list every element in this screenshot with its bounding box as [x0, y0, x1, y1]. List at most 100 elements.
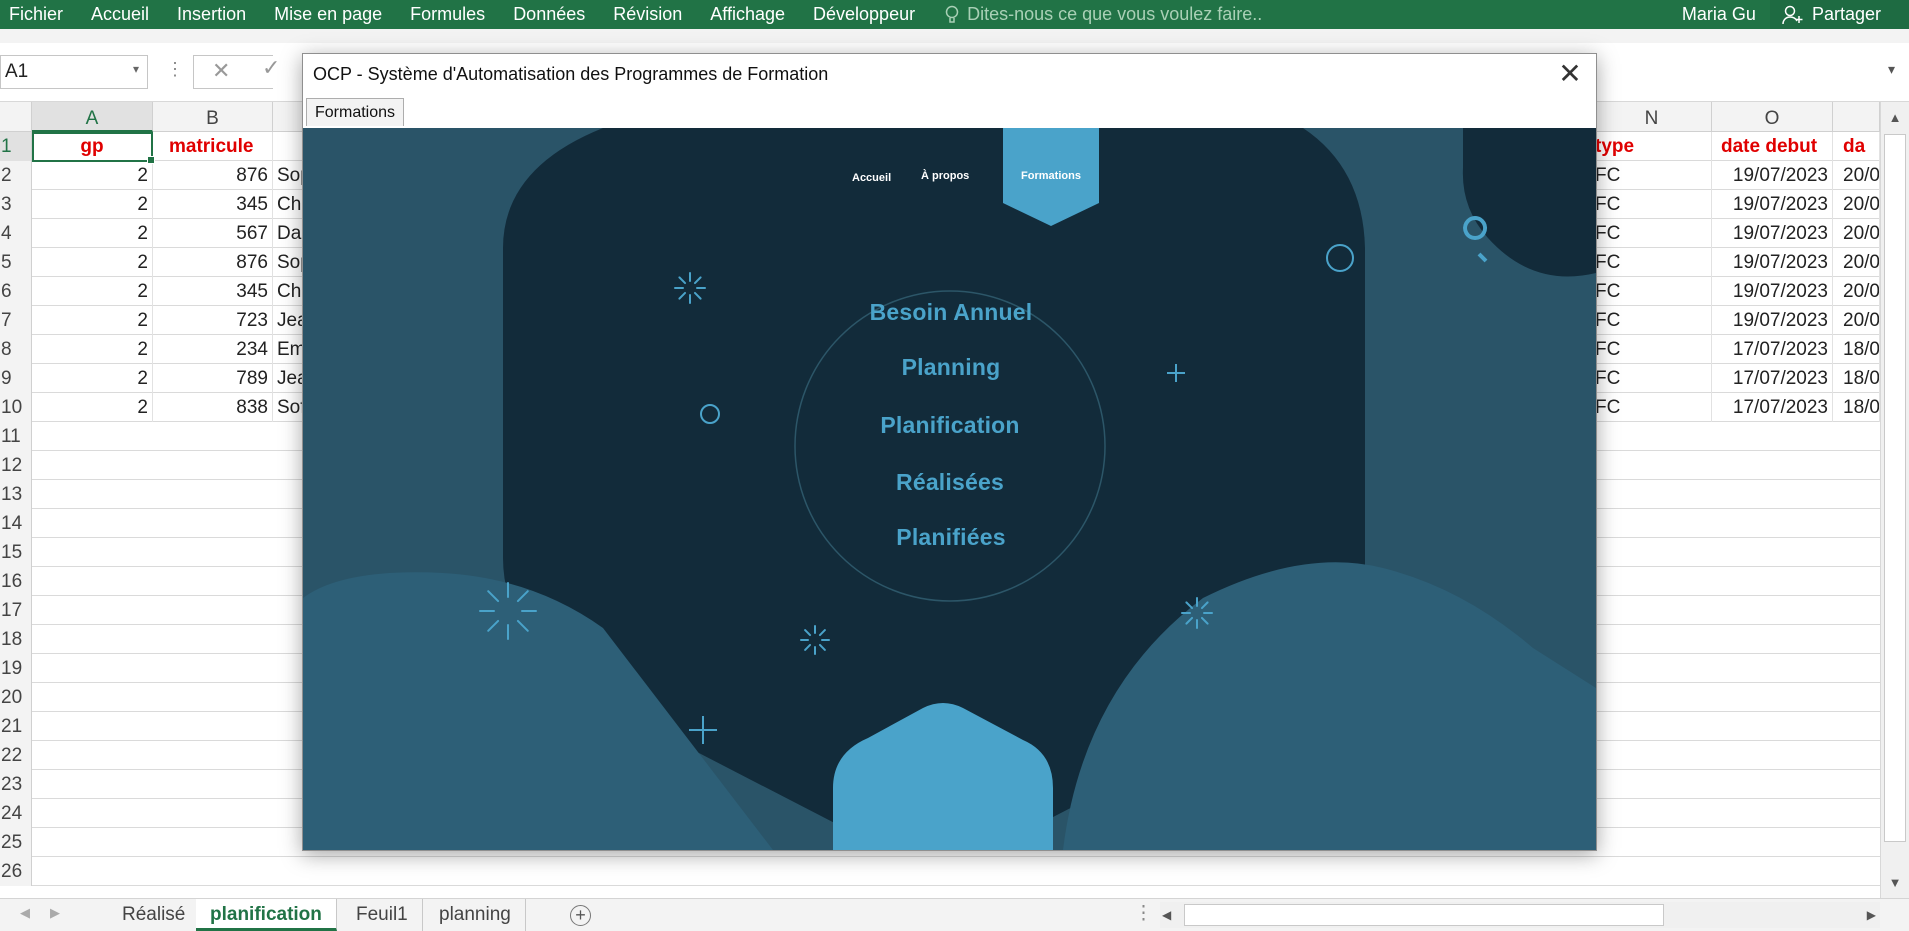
chevron-down-icon[interactable]: ▾: [133, 62, 139, 76]
share-button[interactable]: Partager: [1769, 0, 1909, 29]
row-number[interactable]: 2: [0, 161, 32, 190]
vertical-dots-icon[interactable]: ⋮: [1134, 902, 1153, 925]
sheet-next-icon[interactable]: ▶: [50, 905, 60, 921]
table-cell[interactable]: 18/0: [1833, 364, 1880, 393]
column-header-b[interactable]: B: [153, 102, 273, 132]
menu-item-realisees[interactable]: Réalisées: [820, 469, 1080, 496]
row-number[interactable]: 23: [0, 770, 32, 799]
row-number[interactable]: 1: [0, 132, 32, 161]
dialog-tab-formations[interactable]: Formations: [306, 98, 405, 126]
table-cell[interactable]: 2: [32, 393, 153, 422]
table-cell[interactable]: FC: [1592, 306, 1712, 335]
table-cell[interactable]: 19/07/2023: [1712, 248, 1833, 277]
row-number[interactable]: 22: [0, 741, 32, 770]
table-cell[interactable]: FC: [1592, 161, 1712, 190]
table-cell[interactable]: 20/0: [1833, 306, 1880, 335]
table-cell[interactable]: FC: [1592, 248, 1712, 277]
nav-link-formations[interactable]: Formations: [1015, 170, 1087, 182]
arrow-up-icon[interactable]: ▲: [1881, 105, 1909, 131]
column-header-n[interactable]: N: [1592, 102, 1712, 132]
menu-item-planifiees[interactable]: Planifiées: [821, 524, 1081, 551]
header-date-fin[interactable]: da: [1833, 132, 1880, 161]
row-number[interactable]: 13: [0, 480, 32, 509]
row-number[interactable]: 7: [0, 306, 32, 335]
table-cell[interactable]: 20/0: [1833, 277, 1880, 306]
table-cell[interactable]: 20/0: [1833, 219, 1880, 248]
table-cell[interactable]: 20/0: [1833, 161, 1880, 190]
table-cell[interactable]: 20/0: [1833, 248, 1880, 277]
nav-link-a-propos[interactable]: À propos: [921, 170, 969, 182]
sheet-tab-feuil1[interactable]: Feuil1: [342, 899, 423, 931]
row-number[interactable]: 14: [0, 509, 32, 538]
row-number[interactable]: 26: [0, 857, 32, 886]
header-matricule[interactable]: matricule: [153, 132, 273, 161]
check-icon[interactable]: ✓: [262, 55, 280, 81]
sheet-tab-planning[interactable]: planning: [425, 899, 526, 931]
table-cell[interactable]: 2: [32, 364, 153, 393]
row-number[interactable]: 11: [0, 422, 32, 451]
arrow-left-icon[interactable]: ◀: [1162, 902, 1182, 928]
row-number[interactable]: 5: [0, 248, 32, 277]
row-number[interactable]: 12: [0, 451, 32, 480]
close-icon[interactable]: ✕: [1556, 60, 1584, 90]
table-cell[interactable]: 2: [32, 306, 153, 335]
menu-item-besoin-annuel[interactable]: Besoin Annuel: [821, 299, 1081, 326]
name-box[interactable]: A1 ▾: [0, 55, 148, 89]
tab-insertion[interactable]: Insertion: [163, 0, 260, 29]
row-number[interactable]: 17: [0, 596, 32, 625]
table-cell[interactable]: FC: [1592, 335, 1712, 364]
cancel-entry-button[interactable]: ✕: [193, 55, 273, 89]
table-cell[interactable]: 17/07/2023: [1712, 335, 1833, 364]
table-cell[interactable]: 723: [153, 306, 273, 335]
table-cell[interactable]: 345: [153, 277, 273, 306]
nav-link-accueil[interactable]: Accueil: [852, 172, 891, 184]
table-cell[interactable]: 19/07/2023: [1712, 306, 1833, 335]
arrow-down-icon[interactable]: ▼: [1881, 870, 1909, 896]
row-number[interactable]: 20: [0, 683, 32, 712]
table-cell[interactable]: 876: [153, 161, 273, 190]
expand-formula-icon[interactable]: ▾: [1888, 61, 1895, 78]
table-cell[interactable]: 838: [153, 393, 273, 422]
table-cell[interactable]: 18/0: [1833, 335, 1880, 364]
row-number[interactable]: 21: [0, 712, 32, 741]
table-cell[interactable]: 19/07/2023: [1712, 277, 1833, 306]
table-cell[interactable]: 18/0: [1833, 393, 1880, 422]
sheet-tab-realise[interactable]: Réalisé: [108, 899, 201, 931]
row-number[interactable]: 8: [0, 335, 32, 364]
table-cell[interactable]: 2: [32, 161, 153, 190]
column-header-o[interactable]: O: [1712, 102, 1833, 132]
tab-affichage[interactable]: Affichage: [696, 0, 799, 29]
table-cell[interactable]: FC: [1592, 364, 1712, 393]
scroll-thumb[interactable]: [1184, 904, 1664, 926]
table-cell[interactable]: FC: [1592, 277, 1712, 306]
scroll-thumb[interactable]: [1884, 134, 1906, 842]
menu-item-planning[interactable]: Planning: [821, 354, 1081, 381]
tab-fichier[interactable]: Fichier: [0, 0, 77, 29]
column-header-p[interactable]: [1833, 102, 1880, 132]
tab-accueil[interactable]: Accueil: [77, 0, 163, 29]
row-number[interactable]: 6: [0, 277, 32, 306]
table-cell[interactable]: 234: [153, 335, 273, 364]
table-cell[interactable]: 20/0: [1833, 190, 1880, 219]
vertical-dots-icon[interactable]: ⋮: [166, 59, 184, 80]
header-date-debut[interactable]: date debut: [1712, 132, 1833, 161]
table-cell[interactable]: 2: [32, 335, 153, 364]
header-type[interactable]: type: [1592, 132, 1712, 161]
tab-donnees[interactable]: Données: [499, 0, 599, 29]
row-number[interactable]: 19: [0, 654, 32, 683]
table-cell[interactable]: 19/07/2023: [1712, 219, 1833, 248]
add-sheet-icon[interactable]: +: [570, 905, 591, 926]
table-cell[interactable]: 789: [153, 364, 273, 393]
header-gp[interactable]: gp: [32, 132, 153, 161]
tab-formules[interactable]: Formules: [396, 0, 499, 29]
tab-developpeur[interactable]: Développeur: [799, 0, 929, 29]
row-number[interactable]: 15: [0, 538, 32, 567]
table-cell[interactable]: 17/07/2023: [1712, 393, 1833, 422]
user-name[interactable]: Maria Gu: [1668, 4, 1770, 25]
table-cell[interactable]: FC: [1592, 219, 1712, 248]
table-cell[interactable]: 2: [32, 248, 153, 277]
table-cell[interactable]: 345: [153, 190, 273, 219]
sheet-tab-planification[interactable]: planification: [196, 899, 337, 931]
arrow-right-icon[interactable]: ▶: [1856, 902, 1876, 928]
column-header-a[interactable]: A: [32, 102, 153, 132]
